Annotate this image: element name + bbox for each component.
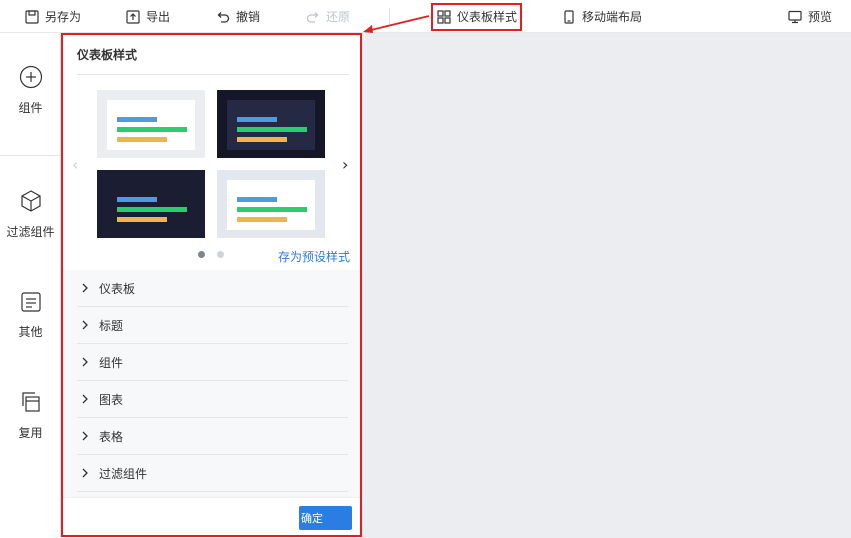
carousel-dot[interactable] — [217, 251, 224, 258]
redo-label: 还原 — [326, 10, 351, 24]
panel-footer: 确定 — [63, 497, 360, 535]
panel-divider — [77, 74, 349, 75]
export-label: 导出 — [146, 10, 171, 24]
chevron-right-icon — [82, 468, 88, 478]
section-tables[interactable]: 表格 — [77, 418, 348, 455]
sidebar-item-label: 组件 — [18, 101, 43, 115]
document-icon — [20, 292, 41, 312]
cube-icon — [20, 190, 41, 212]
export-button[interactable]: 导出 — [126, 0, 170, 33]
redo-button[interactable]: 还原 — [306, 0, 350, 33]
section-filter-components[interactable]: 过滤组件 — [77, 455, 348, 492]
monitor-icon — [788, 10, 802, 23]
style-preset-dark-flat[interactable] — [97, 170, 205, 238]
chevron-right-icon — [82, 394, 88, 404]
panel-title: 仪表板样式 — [77, 48, 138, 62]
save-preset-link[interactable]: 存为预设样式 — [278, 248, 350, 265]
carousel-prev-icon[interactable]: ‹ — [72, 155, 78, 174]
undo-label: 撤销 — [236, 10, 261, 24]
section-label: 标题 — [99, 318, 124, 333]
carousel-dot-active[interactable] — [198, 251, 205, 258]
confirm-button[interactable]: 确定 — [299, 506, 352, 530]
sidebar-item-components[interactable]: 组件 — [0, 65, 61, 116]
chevron-right-icon — [82, 357, 88, 367]
sidebar-item-reuse[interactable]: 复用 — [0, 390, 61, 441]
section-label: 组件 — [99, 355, 124, 370]
section-label: 仪表板 — [99, 281, 136, 296]
dashboard-style-panel: 仪表板样式 ‹ › 存为预设样式 仪表板 标题 组件 图表 表格 过滤组件 确定 — [61, 33, 362, 537]
dashboard-canvas[interactable] — [362, 33, 851, 538]
style-preset-dark[interactable] — [217, 90, 325, 158]
preview-button[interactable]: 预览 — [788, 0, 832, 33]
mobile-layout-label: 移动端布局 — [582, 10, 643, 24]
section-charts[interactable]: 图表 — [77, 381, 348, 418]
left-sidebar: 组件 过滤组件 其他 复用 — [0, 33, 61, 538]
save-as-label: 另存为 — [45, 10, 82, 24]
plus-circle-icon — [19, 65, 42, 89]
section-label: 过滤组件 — [99, 466, 148, 481]
redo-icon — [306, 11, 319, 23]
section-title[interactable]: 标题 — [77, 307, 348, 344]
preview-label: 预览 — [808, 10, 833, 24]
copy-icon — [21, 392, 40, 412]
highlight-box — [431, 3, 522, 31]
sidebar-item-label: 其他 — [18, 325, 43, 339]
sidebar-item-label: 过滤组件 — [6, 225, 55, 239]
carousel-next-icon[interactable]: › — [342, 155, 348, 174]
section-label: 表格 — [99, 429, 124, 444]
save-as-button[interactable]: 另存为 — [25, 0, 81, 33]
section-components[interactable]: 组件 — [77, 344, 348, 381]
save-icon — [25, 9, 39, 24]
style-sections: 仪表板 标题 组件 图表 表格 过滤组件 — [63, 270, 360, 500]
mobile-icon — [564, 9, 574, 24]
export-icon — [126, 9, 140, 24]
section-label: 图表 — [99, 392, 124, 407]
mobile-layout-button[interactable]: 移动端布局 — [562, 0, 642, 33]
sidebar-item-filter-components[interactable]: 过滤组件 — [0, 189, 61, 240]
chevron-right-icon — [82, 431, 88, 441]
sidebar-item-other[interactable]: 其他 — [0, 291, 61, 340]
style-preset-light-grey[interactable] — [217, 170, 325, 238]
style-preset-light[interactable] — [97, 90, 205, 158]
chevron-right-icon — [82, 283, 88, 293]
undo-button[interactable]: 撤销 — [216, 0, 260, 33]
undo-icon — [217, 11, 230, 23]
section-dashboard[interactable]: 仪表板 — [77, 270, 348, 307]
chevron-right-icon — [82, 320, 88, 330]
sidebar-item-label: 复用 — [18, 426, 43, 440]
sidebar-divider — [0, 155, 61, 156]
